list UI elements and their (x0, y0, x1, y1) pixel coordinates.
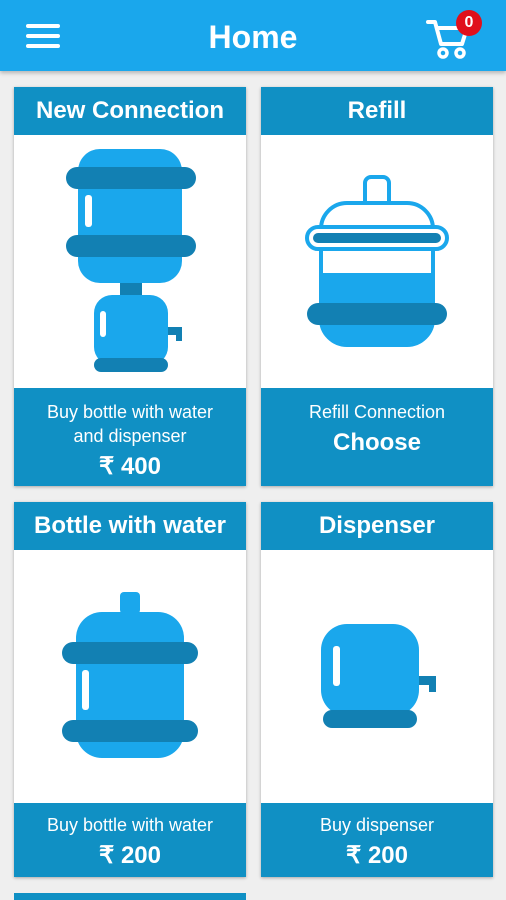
card-image (14, 550, 246, 803)
card-footer: Refill Connection Choose (261, 388, 493, 486)
card-refill[interactable]: Refill Refill Connection Choose (261, 87, 493, 486)
dispenser-image (321, 624, 436, 728)
card-image (14, 135, 246, 388)
card-price: ₹ 400 (99, 453, 161, 480)
card-footer: Buy bottle with water ₹ 200 (14, 803, 246, 877)
card-title: Dispenser (261, 502, 493, 550)
card-description: Buy bottle with water (46, 815, 214, 835)
card-image (261, 135, 493, 388)
card-title: New Connection (14, 87, 246, 135)
app-bar: Home 0 (0, 0, 506, 71)
next-card-header-partial[interactable] (14, 893, 246, 900)
card-price: ₹ 200 (346, 842, 408, 869)
refill-bottle-image (305, 175, 449, 347)
card-choose-label: Choose (332, 429, 421, 456)
water-bottle-image (62, 592, 198, 758)
card-title: Bottle with water (14, 502, 246, 550)
card-dispenser[interactable]: Dispenser Buy dispenser ₹ 200 (261, 502, 493, 877)
cart-count-badge: 0 (456, 10, 482, 36)
card-description: Refill Connection (308, 402, 446, 422)
card-new-connection[interactable]: New Connection Buy bottle with water and… (14, 87, 246, 486)
cart-button[interactable]: 0 (422, 10, 484, 64)
card-image (261, 550, 493, 803)
card-title: Refill (261, 87, 493, 135)
card-description: Buy dispenser (319, 815, 435, 835)
bottle-on-dispenser-image (66, 149, 196, 372)
card-description: Buy bottle with water and dispenser (46, 402, 214, 446)
card-price: ₹ 200 (99, 842, 161, 869)
card-footer: Buy dispenser ₹ 200 (261, 803, 493, 877)
card-footer: Buy bottle with water and dispenser ₹ 40… (14, 388, 246, 486)
card-bottle-with-water[interactable]: Bottle with water Buy bottle with water … (14, 502, 246, 877)
